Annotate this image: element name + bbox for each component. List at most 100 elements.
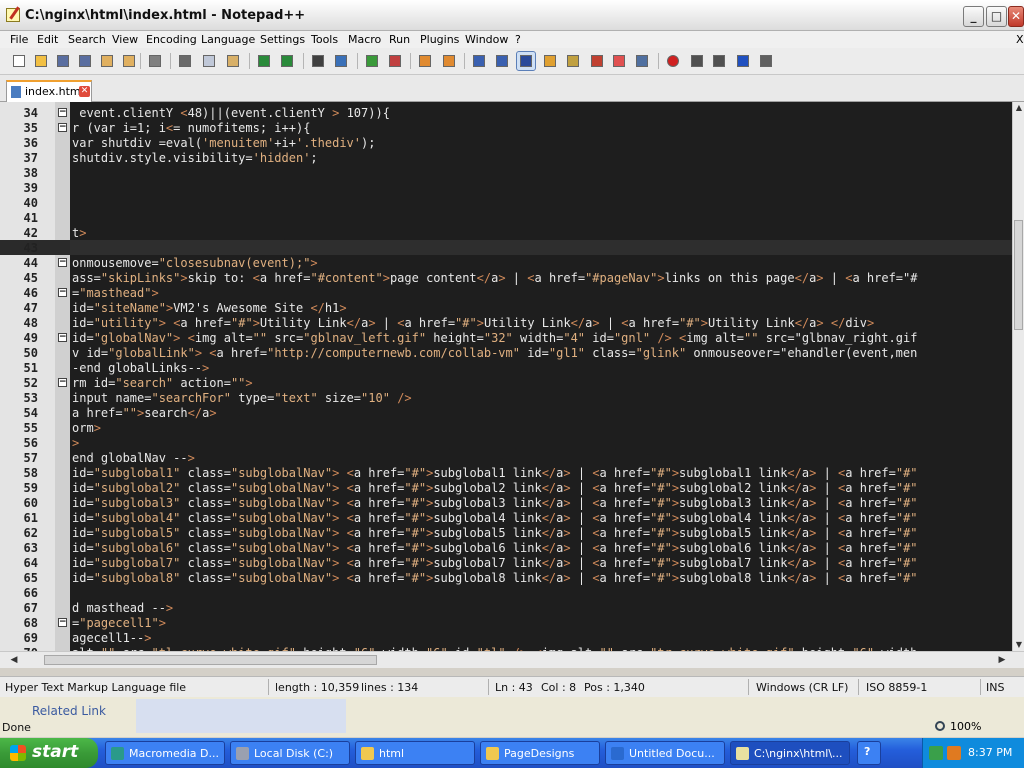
menu-macro[interactable]: Macro [348, 33, 381, 46]
maximize-button[interactable]: □ [986, 6, 1007, 27]
fold-toggle-icon[interactable]: − [58, 618, 67, 627]
fold-toggle-icon[interactable]: − [58, 123, 67, 132]
taskbar-item[interactable]: Local Disk (C:) [230, 741, 350, 765]
menu-close-document[interactable]: X [1016, 33, 1024, 46]
code-line[interactable]: 62 id="subglobal5" class="subglobalNav"> … [0, 525, 1012, 540]
zoom-in-icon[interactable] [363, 52, 381, 70]
save-all-icon[interactable] [76, 52, 94, 70]
save-macro-icon[interactable] [757, 52, 775, 70]
folder-workspace-icon[interactable] [610, 52, 628, 70]
code-line[interactable]: 58 id="subglobal1" class="subglobalNav"> … [0, 465, 1012, 480]
menu-tools[interactable]: Tools [311, 33, 338, 46]
scroll-up-icon[interactable]: ▲ [1013, 102, 1024, 114]
menu-run[interactable]: Run [389, 33, 410, 46]
open-icon[interactable] [32, 52, 50, 70]
zoom-control[interactable]: 100% [930, 718, 1024, 736]
code-line[interactable]: 44 − onmousemove="closesubnav(event);"> [0, 255, 1012, 270]
code-line[interactable]: 66 [0, 585, 1012, 600]
fold-toggle-icon[interactable]: − [58, 108, 67, 117]
code-line[interactable]: 68 − ="pagecell1"> [0, 615, 1012, 630]
cut-icon[interactable] [176, 52, 194, 70]
code-line[interactable]: 51 -end globalLinks--> [0, 360, 1012, 375]
code-line[interactable]: 53 input name="searchFor" type="text" siz… [0, 390, 1012, 405]
network-icon[interactable] [929, 746, 943, 760]
vertical-scrollbar[interactable]: ▲ ▼ [1012, 102, 1024, 651]
scroll-right-icon[interactable]: ▶ [996, 654, 1008, 666]
start-button[interactable]: start [0, 738, 98, 768]
menu-edit[interactable]: Edit [37, 33, 58, 46]
code-line[interactable]: 57 end globalNav --> [0, 450, 1012, 465]
code-line[interactable]: 64 id="subglobal7" class="subglobalNav"> … [0, 555, 1012, 570]
fold-toggle-icon[interactable]: − [58, 333, 67, 342]
minimize-button[interactable]: _ [963, 6, 984, 27]
taskbar-item[interactable]: html [355, 741, 475, 765]
horizontal-scroll-thumb[interactable] [44, 655, 377, 665]
scroll-down-icon[interactable]: ▼ [1013, 639, 1024, 651]
code-editor[interactable]: 34 − event.clientY <48)||(event.clientY >… [0, 102, 1012, 651]
menu-plugins[interactable]: Plugins [420, 33, 459, 46]
close-icon[interactable] [98, 52, 116, 70]
monitoring-icon[interactable] [633, 52, 651, 70]
print-icon[interactable] [146, 52, 164, 70]
indent-guide-icon[interactable] [516, 51, 536, 71]
code-line[interactable]: 41 [0, 210, 1012, 225]
code-line[interactable]: 35 − r (var i=1; i<= numofitems; i++){ [0, 120, 1012, 135]
code-line[interactable]: 61 id="subglobal4" class="subglobalNav"> … [0, 510, 1012, 525]
scroll-left-icon[interactable]: ◀ [8, 654, 20, 666]
close-all-icon[interactable] [120, 52, 138, 70]
run-macro-multiple-icon[interactable] [734, 52, 752, 70]
code-line[interactable]: 42 t> [0, 225, 1012, 240]
code-line[interactable]: 69 agecell1--> [0, 630, 1012, 645]
vertical-scroll-thumb[interactable] [1014, 220, 1023, 330]
menu-view[interactable]: View [112, 33, 138, 46]
code-line[interactable]: 43 [0, 240, 1012, 255]
redo-icon[interactable] [278, 52, 296, 70]
taskbar-item[interactable]: PageDesigns [480, 741, 600, 765]
paste-icon[interactable] [224, 52, 242, 70]
code-line[interactable]: 59 id="subglobal2" class="subglobalNav"> … [0, 480, 1012, 495]
taskbar-item[interactable]: Macromedia D... [105, 741, 225, 765]
doc-map-icon[interactable] [564, 52, 582, 70]
code-line[interactable]: 52 − rm id="search" action=""> [0, 375, 1012, 390]
code-line[interactable]: 55 orm> [0, 420, 1012, 435]
find-icon[interactable] [309, 52, 327, 70]
new-icon[interactable] [10, 52, 28, 70]
stop-macro-icon[interactable] [688, 52, 706, 70]
sync-vertical-icon[interactable] [416, 52, 434, 70]
user-lang-icon[interactable] [541, 52, 559, 70]
code-line[interactable]: 45 ass="skipLinks">skip to: <a href="#con… [0, 270, 1012, 285]
code-line[interactable]: 40 [0, 195, 1012, 210]
code-line[interactable]: 38 [0, 165, 1012, 180]
taskbar-item[interactable]: C:\nginx\html\... [730, 741, 850, 765]
code-line[interactable]: 54 a href="">search</a> [0, 405, 1012, 420]
menu-settings[interactable]: Settings [260, 33, 305, 46]
code-line[interactable]: 67 d masthead --> [0, 600, 1012, 615]
code-line[interactable]: 37 shutdiv.style.visibility='hidden'; [0, 150, 1012, 165]
menu-file[interactable]: File [10, 33, 28, 46]
fold-toggle-icon[interactable]: − [58, 288, 67, 297]
close-button[interactable]: ✕ [1008, 6, 1024, 27]
undo-icon[interactable] [255, 52, 273, 70]
function-list-icon[interactable] [588, 52, 606, 70]
related-link[interactable]: Related Link [32, 704, 106, 718]
tab-close-icon[interactable]: ✕ [79, 86, 90, 97]
tab-index-html[interactable]: index.html ✕ [6, 80, 92, 102]
menu-search[interactable]: Search [68, 33, 106, 46]
menu-window[interactable]: Window [465, 33, 508, 46]
horizontal-scrollbar[interactable]: ◀ ▶ [0, 651, 1024, 668]
zoom-out-icon[interactable] [386, 52, 404, 70]
save-icon[interactable] [54, 52, 72, 70]
code-line[interactable]: 50 v id="globalLink"> <a href="http://com… [0, 345, 1012, 360]
code-line[interactable]: 65 id="subglobal8" class="subglobalNav"> … [0, 570, 1012, 585]
help-icon[interactable]: ? [857, 741, 881, 765]
code-line[interactable]: 34 − event.clientY <48)||(event.clientY >… [0, 105, 1012, 120]
menu-encoding[interactable]: Encoding [146, 33, 197, 46]
code-line[interactable]: 48 id="utility"> <a href="#">Utility Link… [0, 315, 1012, 330]
code-line[interactable]: 36 var shutdiv =eval('menuitem'+i+'.thedi… [0, 135, 1012, 150]
sync-horizontal-icon[interactable] [440, 52, 458, 70]
fold-toggle-icon[interactable]: − [58, 258, 67, 267]
fold-toggle-icon[interactable]: − [58, 378, 67, 387]
menu-language[interactable]: Language [201, 33, 255, 46]
code-line[interactable]: 56 > [0, 435, 1012, 450]
play-macro-icon[interactable] [710, 52, 728, 70]
